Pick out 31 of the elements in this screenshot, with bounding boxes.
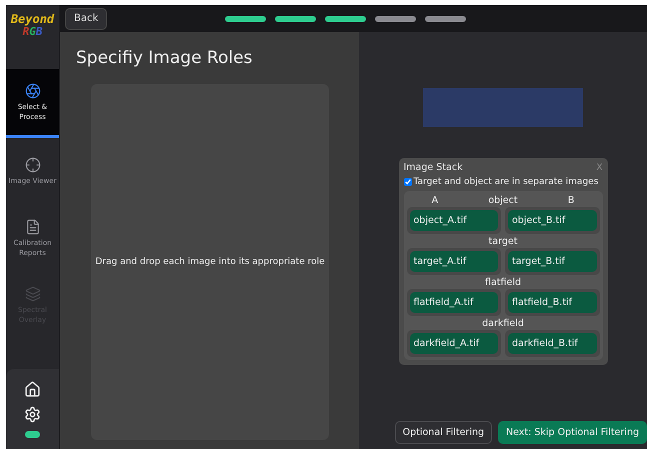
role-label: object xyxy=(488,194,518,206)
file-chip[interactable]: target_A.tif xyxy=(410,251,498,272)
drop-zone-text: Drag and drop each image into its appropriate role xyxy=(95,257,325,267)
file-chip[interactable]: darkfield_A.tif xyxy=(410,333,498,354)
action-button[interactable]: Next: Skip Optional Filtering xyxy=(498,421,647,444)
aperture-icon xyxy=(24,82,40,98)
document-icon xyxy=(24,219,40,235)
settings-icon[interactable] xyxy=(24,406,41,422)
home-icon[interactable] xyxy=(24,380,41,398)
checkbox-label: Target and object are in separate images xyxy=(414,177,598,187)
file-chip[interactable]: target_B.tif xyxy=(508,251,596,272)
layers-icon xyxy=(24,286,40,302)
card-title: Image Stack xyxy=(404,162,463,173)
role-label: target xyxy=(488,236,518,246)
drop-zone[interactable]: Drag and drop each image into its appropriate role xyxy=(91,84,329,440)
role-label: flatfield xyxy=(484,276,522,288)
logo: Beyond RGB xyxy=(10,11,56,40)
crosshair-icon xyxy=(24,157,40,173)
page-title: Specifiy Image Roles xyxy=(76,48,254,70)
checkbox[interactable] xyxy=(404,178,412,186)
file-chip[interactable]: flatfield_B.tif xyxy=(508,292,596,313)
file-chip[interactable]: object_B.tif xyxy=(508,210,596,231)
file-chip[interactable]: object_A.tif xyxy=(410,210,498,231)
role-label: darkfield xyxy=(482,318,524,328)
file-chip[interactable]: darkfield_B.tif xyxy=(508,333,596,354)
status-pill xyxy=(25,430,40,438)
back-button[interactable]: Back xyxy=(65,8,108,30)
column-label: B xyxy=(568,194,574,206)
action-button[interactable]: Optional Filtering xyxy=(394,421,492,444)
column-label: A xyxy=(432,194,438,206)
file-chip[interactable]: flatfield_A.tif xyxy=(410,292,498,313)
